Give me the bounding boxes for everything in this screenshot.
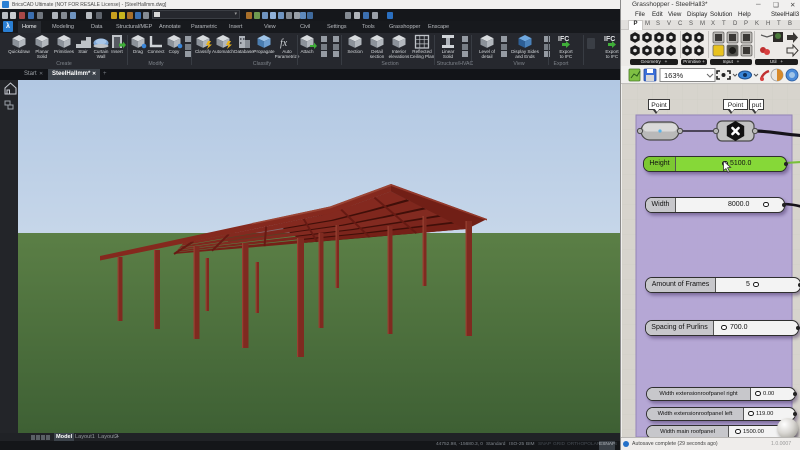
svg-text:IFC: IFC — [558, 36, 569, 43]
svg-text:IFC: IFC — [604, 36, 615, 43]
svg-text:fx: fx — [280, 38, 288, 49]
svg-text:163%: 163% — [664, 71, 684, 80]
